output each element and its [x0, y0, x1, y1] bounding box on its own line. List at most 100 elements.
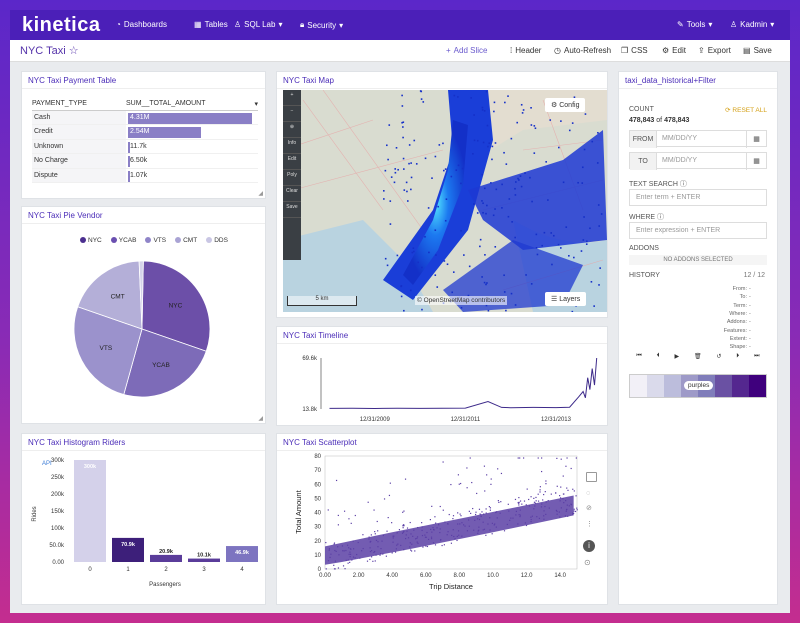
table-row[interactable]: Cash 4.31M — [32, 110, 258, 125]
column-header-payment-type[interactable]: PAYMENT_TYPE — [32, 98, 126, 111]
legend-dot — [110, 237, 117, 243]
calendar-icon[interactable]: ▦ — [746, 153, 766, 170]
timeline-line — [329, 357, 598, 410]
nav-sql-lab[interactable]: ♙ SQL Lab ▾ — [234, 20, 282, 29]
resize-handle[interactable]: ◢ — [258, 190, 263, 197]
panel-title: NYC Taxi Histogram Riders — [22, 438, 265, 451]
y-tick-label: 200k — [51, 492, 65, 498]
resize-handle[interactable]: ◢ — [258, 415, 263, 422]
polygon-icon[interactable]: Poly — [283, 170, 301, 186]
edit-button[interactable]: ⚙ Edit — [662, 46, 686, 55]
where-input[interactable]: Enter expression + ENTER — [629, 222, 767, 239]
zoom-out-icon[interactable]: − — [283, 106, 301, 122]
nav-dashboards[interactable]: ◔ Dashboards — [116, 20, 167, 29]
zoom-in-icon[interactable]: + — [283, 90, 301, 106]
y-tick-label: 50.0k — [49, 543, 65, 549]
legend-item[interactable]: DDS — [206, 237, 228, 244]
to-date-field[interactable]: TO MM/DD/YY ▦ — [629, 152, 767, 170]
y-tick-label: 10 — [314, 553, 321, 559]
reset-icon[interactable]: ⊙ — [584, 558, 591, 567]
column-header-sum-total-amount[interactable]: SUM__TOTAL_AMOUNT ▾ — [126, 98, 258, 111]
save-icon[interactable]: Save — [283, 202, 301, 218]
x-tick-label: 0 — [88, 567, 92, 573]
add-slice-button[interactable]: + Add Slice — [446, 46, 487, 55]
gear-icon: ⚙ — [662, 46, 670, 55]
table-row[interactable]: Credit 2.54M — [32, 124, 258, 140]
nav-tools[interactable]: ✎ Tools ▾ — [677, 20, 712, 29]
timeline-panel: NYC Taxi Timeline 69.6k 13.8k 12/31/2009 12… — [276, 326, 608, 426]
legend-item[interactable]: VTS — [145, 237, 166, 244]
x-tick-label: 0.00 — [319, 573, 331, 579]
panel-title: NYC Taxi Timeline — [277, 331, 607, 344]
history-field: Where: - — [729, 310, 751, 317]
legend-item[interactable]: CMT — [175, 237, 197, 244]
map-attribution[interactable]: © OpenStreetMap contributors — [415, 296, 508, 305]
text-search-input[interactable]: Enter term + ENTER — [629, 189, 767, 206]
x-tick-label: 4 — [240, 567, 244, 573]
undo-icon[interactable]: ↺ — [716, 353, 721, 365]
nav-tables[interactable]: ▦ Tables — [194, 20, 228, 29]
table-row[interactable]: Unknown 11.7k — [32, 139, 258, 154]
css-button[interactable]: ❒ CSS — [621, 46, 648, 55]
chat-icon[interactable] — [586, 472, 597, 482]
x-tick-label: 3 — [202, 567, 206, 573]
dashboard-header: NYC Taxi ☆ + Add Slice ⁞ Header ◷ Auto-Refr… — [10, 40, 790, 62]
next-icon[interactable]: ⏵ — [736, 353, 739, 365]
map-layers-button[interactable]: ☰ Layers — [545, 292, 587, 306]
info-icon[interactable]: ⓘ — [680, 181, 687, 188]
star-icon[interactable]: ☆ — [69, 45, 79, 57]
pan-icon[interactable]: ⊘ — [586, 504, 592, 512]
calendar-icon[interactable]: ▦ — [746, 131, 766, 148]
map-config-button[interactable]: ⚙ Config — [545, 98, 586, 112]
y-tick-label: 100k — [51, 526, 65, 532]
table-row[interactable]: No Charge 6.50k — [32, 153, 258, 169]
legend-item[interactable]: NYC — [80, 237, 102, 244]
y-tick-label: 300k — [51, 458, 65, 464]
css-icon: ❒ — [621, 46, 629, 55]
table-row[interactable]: Dispute 1.07k — [32, 168, 258, 183]
history-controls: ⏮ ⏴ ▶ 🗑︎ ↺ ⏵ ⏭ — [629, 353, 767, 365]
x-axis-label: Passengers — [149, 582, 181, 588]
y-tick-label: 70 — [314, 468, 321, 474]
table-icon: ▦ — [194, 20, 202, 29]
bar-value-label: 70.9k — [121, 542, 136, 548]
reset-all-button[interactable]: ⟳ RESET ALL — [725, 106, 767, 114]
amount-cell: 4.31M — [126, 110, 258, 125]
x-tick-label: 1 — [126, 567, 130, 573]
y-tick-label: 50 — [314, 496, 321, 502]
zoom-icon[interactable]: ◌ — [586, 490, 590, 497]
sort-icon[interactable]: ▾ — [254, 100, 258, 108]
edit-icon[interactable]: Edit — [283, 154, 301, 170]
first-icon[interactable]: ⏮ — [636, 353, 641, 365]
info-icon[interactable]: i — [583, 540, 595, 552]
auto-refresh-button[interactable]: ◷ Auto-Refresh — [554, 46, 611, 55]
brush-icon[interactable]: ⋮ — [586, 520, 593, 528]
legend-item[interactable]: YCAB — [110, 237, 136, 244]
bar-value-label: 46.9k — [235, 550, 250, 556]
panel-title: NYC Taxi Map — [277, 76, 607, 89]
payment-type-cell: Dispute — [32, 168, 126, 183]
kinetica-logo[interactable]: kinetica — [22, 14, 100, 37]
color-palette-selector[interactable]: purples — [629, 374, 767, 398]
nav-security[interactable]: 🔒︎ Security ▾ — [300, 20, 343, 30]
legend-dot — [80, 237, 86, 243]
globe-icon[interactable]: ⊕ — [283, 122, 301, 138]
map-canvas[interactable]: + − ⊕ Info Edit Poly Clear Save ⚙ Config ☰ Laye… — [283, 90, 607, 312]
wrench-icon: ✎ — [677, 20, 684, 29]
addons-select[interactable]: NO ADDONS SELECTED — [629, 255, 767, 265]
clear-icon[interactable]: Clear — [283, 186, 301, 202]
legend-label: VTS — [153, 237, 167, 244]
export-button[interactable]: ⇪ Export — [698, 46, 731, 55]
prev-icon[interactable]: ⏴ — [657, 353, 660, 365]
save-button[interactable]: ▤ Save — [743, 46, 772, 55]
delete-icon[interactable]: 🗑︎ — [694, 353, 702, 365]
x-tick-label: 4.00 — [386, 573, 398, 579]
from-date-field[interactable]: FROM MM/DD/YY ▦ — [629, 130, 767, 148]
info-icon[interactable]: ⓘ — [657, 214, 664, 221]
nav-user-kadmin[interactable]: ♙ Kadmin ▾ — [730, 20, 774, 29]
header-button[interactable]: ⁞ Header — [510, 46, 541, 55]
last-icon[interactable]: ⏭ — [754, 353, 759, 365]
pie-chart: NYC YCAB VTS CMT — [73, 260, 211, 398]
info-icon[interactable]: Info — [283, 138, 301, 154]
play-icon[interactable]: ▶ — [674, 353, 679, 365]
